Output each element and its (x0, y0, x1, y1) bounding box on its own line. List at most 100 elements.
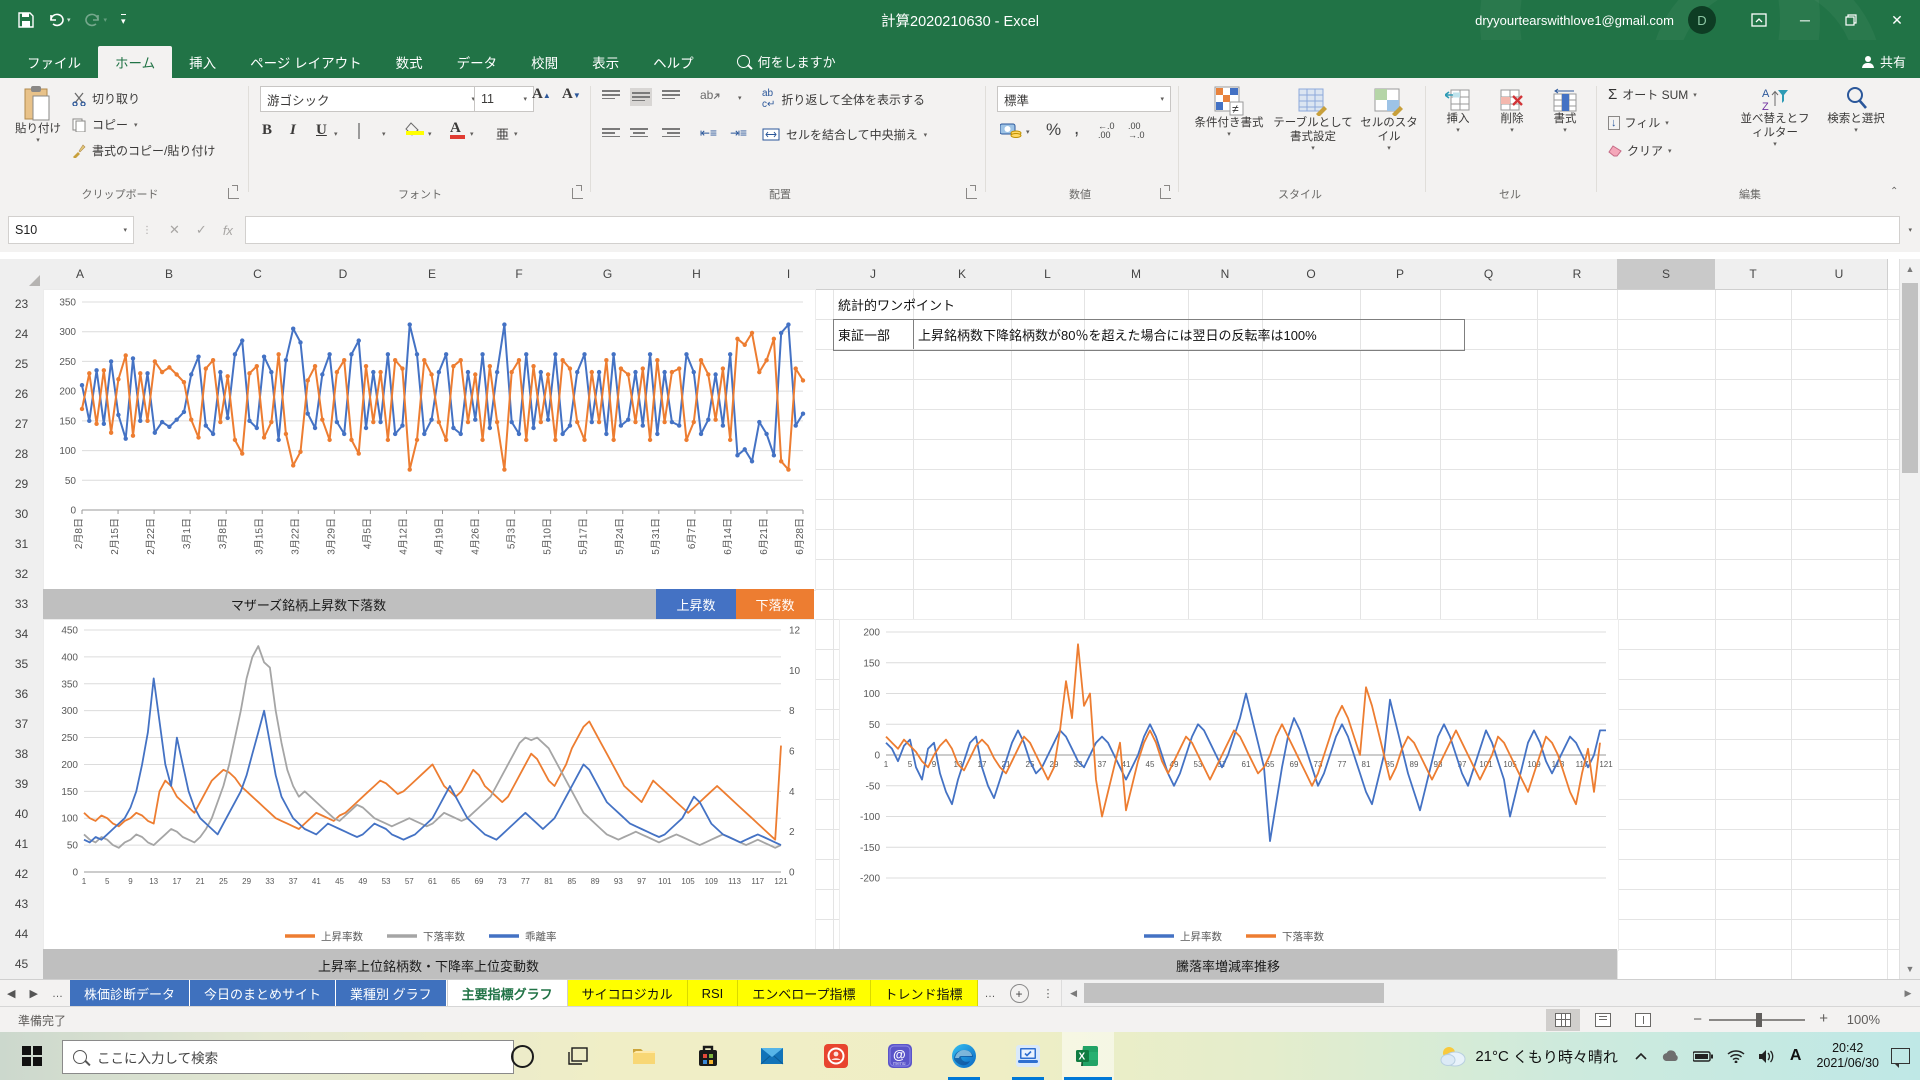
zoom-slider-thumb[interactable] (1756, 1013, 1762, 1027)
row-header-37[interactable]: 37 (0, 709, 44, 740)
cut-button[interactable]: 切り取り (72, 90, 140, 107)
decrease-decimal-button[interactable]: .00→.0 (1128, 122, 1145, 140)
sheet-nav-left-icon[interactable]: ◀ (0, 980, 22, 1007)
volume-icon[interactable] (1759, 1050, 1776, 1063)
wrap-text-button[interactable]: abc↵ 折り返して全体を表示する (762, 88, 925, 110)
row-header-41[interactable]: 41 (0, 829, 44, 860)
cortana-button[interactable] (500, 1032, 544, 1080)
sheet-tab-株価診断データ[interactable]: 株価診断データ (70, 980, 190, 1007)
align-left-icon[interactable] (602, 126, 620, 140)
row-header-26[interactable]: 26 (0, 379, 44, 410)
cell-styles-button[interactable]: セルのスタイル▾ (1358, 86, 1420, 152)
chart-tosho-advance-decline[interactable]: 0501001502002503003502月8日2月15日2月22日3月1日3… (43, 289, 816, 591)
autosum-button[interactable]: Σ オート SUM▾ (1608, 86, 1697, 103)
tell-me-search[interactable]: 何をしますか (737, 52, 836, 71)
row-header-31[interactable]: 31 (0, 529, 44, 560)
formula-input[interactable] (245, 216, 1901, 244)
row-header-42[interactable]: 42 (0, 859, 44, 890)
row-header-23[interactable]: 23 (0, 289, 44, 320)
weather-desc[interactable]: くもり時々晴れ (1513, 1046, 1618, 1067)
align-center-icon[interactable] (630, 126, 648, 140)
ribbon-tab-ファイル[interactable]: ファイル (10, 46, 98, 78)
scroll-up-arrow[interactable]: ▲ (1900, 259, 1920, 279)
row-header-33[interactable]: 33 (0, 589, 44, 620)
align-right-icon[interactable] (662, 126, 680, 140)
column-header-N[interactable]: N (1188, 259, 1263, 290)
row-header-45[interactable]: 45 (0, 949, 44, 980)
insert-function-icon[interactable]: fx (223, 223, 233, 238)
percent-style-button[interactable]: % (1046, 120, 1061, 140)
battery-icon[interactable] (1693, 1051, 1713, 1062)
fill-color-button[interactable] (404, 122, 424, 136)
mail-app-button[interactable] (748, 1032, 796, 1080)
align-middle-icon[interactable] (630, 88, 652, 106)
page-break-view-button[interactable] (1626, 1009, 1660, 1031)
conditional-formatting-button[interactable]: ≠ 条件付き書式▾ (1192, 86, 1266, 138)
horizontal-scroll-thumb[interactable] (1084, 983, 1384, 1003)
merge-center-button[interactable]: セルを結合して中央揃え▾ (762, 126, 927, 143)
sheet-tab-今日のまとめサイト[interactable]: 今日のまとめサイト (190, 980, 336, 1007)
font-dialog-launcher[interactable] (572, 188, 583, 199)
edge-button[interactable] (940, 1032, 988, 1080)
excel-taskbar-button[interactable]: X (1062, 1032, 1114, 1080)
select-all-corner[interactable] (0, 259, 44, 290)
column-header-G[interactable]: G (566, 259, 650, 290)
file-explorer-button[interactable] (620, 1032, 668, 1080)
column-header-C[interactable]: C (221, 259, 295, 290)
share-button[interactable]: 共有 (1862, 52, 1906, 71)
ribbon-tab-ヘルプ[interactable]: ヘルプ (636, 46, 711, 78)
bold-button[interactable]: B (262, 122, 272, 139)
phonetic-guide-button[interactable]: 亜 (496, 124, 509, 143)
fill-button[interactable]: ↓ フィル▾ (1608, 114, 1669, 131)
increase-indent-icon[interactable]: ⇥≡ (730, 126, 747, 140)
row-header-29[interactable]: 29 (0, 469, 44, 500)
borders-button[interactable] (358, 123, 360, 139)
column-header-S[interactable]: S (1617, 259, 1716, 290)
paste-button[interactable]: 貼り付け▾ (12, 86, 64, 144)
column-header-P[interactable]: P (1360, 259, 1441, 290)
row-header-35[interactable]: 35 (0, 649, 44, 680)
horizontal-scrollbar[interactable]: ◀ ▶ (1061, 980, 1920, 1007)
collapse-ribbon-button[interactable]: ⌃ (1890, 186, 1898, 197)
column-header-L[interactable]: L (1011, 259, 1085, 290)
format-cells-button[interactable]: 書式▾ (1542, 88, 1588, 134)
underline-button[interactable]: U (316, 122, 327, 139)
row-header-34[interactable]: 34 (0, 619, 44, 650)
align-bottom-icon[interactable] (662, 88, 680, 102)
weather-icon[interactable] (1438, 1043, 1468, 1069)
decrease-indent-icon[interactable]: ⇤≡ (700, 126, 717, 140)
format-as-table-button[interactable]: テーブルとして書式設定▾ (1272, 86, 1354, 152)
row-header-36[interactable]: 36 (0, 679, 44, 710)
copy-button[interactable]: コピー▾ (72, 116, 138, 133)
ribbon-tab-ホーム[interactable]: ホーム (98, 46, 172, 78)
vertical-scrollbar[interactable]: ▲ ▼ (1899, 259, 1920, 979)
delete-cells-button[interactable]: 削除▾ (1488, 88, 1536, 134)
sheet-tab-トレンド指標[interactable]: トレンド指標 (871, 980, 978, 1007)
maximize-button[interactable] (1828, 0, 1874, 40)
close-button[interactable]: ✕ (1874, 0, 1920, 40)
row-header-24[interactable]: 24 (0, 319, 44, 350)
column-header-J[interactable]: J (833, 259, 914, 290)
find-select-button[interactable]: 検索と選択▾ (1822, 86, 1890, 134)
row-header-32[interactable]: 32 (0, 559, 44, 590)
italic-button[interactable]: I (290, 122, 296, 139)
align-top-icon[interactable] (602, 88, 620, 102)
column-header-I[interactable]: I (744, 259, 834, 290)
scroll-left-arrow[interactable]: ◀ (1064, 983, 1084, 1003)
sort-filter-button[interactable]: AZ 並べ替えとフィルター▾ (1738, 86, 1812, 148)
ribbon-tab-校閲[interactable]: 校閲 (514, 46, 575, 78)
worksheet-grid[interactable]: ABCDEFGHIJKLMNOPQRSTU 232425262728293031… (0, 252, 1920, 979)
zoom-out-button[interactable]: − (1693, 1011, 1702, 1028)
ime-mode-indicator[interactable]: A (1790, 1047, 1802, 1065)
format-painter-button[interactable]: 書式のコピー/貼り付け (72, 142, 215, 159)
row-header-27[interactable]: 27 (0, 409, 44, 440)
cancel-entry-icon[interactable]: ✕ (169, 222, 180, 238)
confirm-entry-icon[interactable]: ✓ (196, 222, 207, 238)
clipboard-dialog-launcher[interactable] (228, 188, 239, 199)
account-email[interactable]: dryyourtearswithlove1@gmail.com (1475, 13, 1674, 28)
row-header-28[interactable]: 28 (0, 439, 44, 470)
alignment-dialog-launcher[interactable] (966, 188, 977, 199)
store-button[interactable] (684, 1032, 732, 1080)
sheet-tab-エンベロープ指標[interactable]: エンベロープ指標 (738, 980, 870, 1007)
ribbon-tab-数式[interactable]: 数式 (379, 46, 440, 78)
